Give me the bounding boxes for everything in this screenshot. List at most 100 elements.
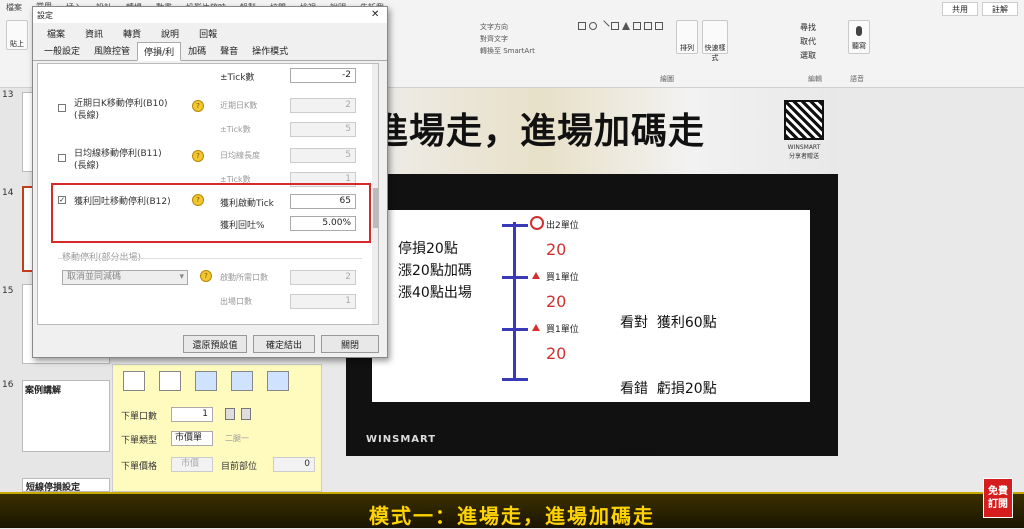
- rectangle-icon[interactable]: [578, 22, 586, 30]
- toolbar-icons: [123, 371, 289, 391]
- subscribe-badge[interactable]: 免費訂閱: [983, 478, 1013, 518]
- comment-button[interactable]: 註解: [982, 2, 1018, 16]
- order-panel: 下單口數 1 下單類型 市價單 二腿一 下單價格 市價 目前部位 0: [112, 364, 322, 492]
- replace-button[interactable]: 取代: [800, 36, 816, 47]
- price-axis-line: [513, 222, 516, 380]
- settings-dialog: 設定 ✕ 檔案 資訊 轉貨 說明 回報 一般設定 風險控管 停損/利 加碼 聲音…: [32, 6, 388, 358]
- b10-sub1-input[interactable]: 2: [290, 98, 356, 113]
- dialog-menubar: 檔案 資訊 轉貨 說明 回報: [33, 25, 387, 41]
- star-icon[interactable]: [633, 22, 641, 30]
- mark-label: 買1單位: [546, 273, 579, 283]
- b11-sub1-input[interactable]: 5: [290, 148, 356, 163]
- find-button[interactable]: 尋找: [800, 22, 816, 33]
- second-leg-checkbox[interactable]: 二腿一: [225, 433, 249, 444]
- quickstyle-button[interactable]: 快速樣式: [702, 20, 728, 62]
- text-direction-button[interactable]: 文字方向: [480, 22, 508, 32]
- dictate-button[interactable]: 聽寫: [848, 20, 870, 54]
- triangle-icon[interactable]: [622, 22, 630, 30]
- mark-label: 出2單位: [546, 221, 579, 231]
- drawing-group-label: 繪圖: [660, 75, 674, 83]
- b10-sub1-label: 近期日K數: [220, 101, 258, 110]
- order-type-select[interactable]: 市價單: [171, 431, 213, 446]
- tick-label: ±Tick數: [220, 73, 255, 83]
- calculator-icon[interactable]: [225, 408, 235, 420]
- confirm-button[interactable]: 確定結出: [253, 335, 315, 353]
- tab-general[interactable]: 一般設定: [37, 41, 87, 60]
- tab-add[interactable]: 加碼: [181, 41, 213, 60]
- help-coin-icon[interactable]: ?: [192, 100, 204, 112]
- menu-info[interactable]: 資訊: [85, 27, 103, 40]
- partial-sub2-input[interactable]: 1: [290, 294, 356, 309]
- partial-sub1-input[interactable]: 2: [290, 270, 356, 285]
- brand-name: WINSMART: [787, 144, 821, 151]
- caption-text: 模式一：進場走，進場加碼走: [369, 504, 655, 528]
- partial-sub2-label: 出場口數: [220, 297, 252, 306]
- menu-report[interactable]: 回報: [199, 27, 217, 40]
- callout-icon[interactable]: [655, 22, 663, 30]
- brace-icon[interactable]: [644, 22, 652, 30]
- slide-number: 14: [2, 188, 14, 198]
- qty-input[interactable]: 1: [171, 407, 213, 422]
- partial-exit-dropdown[interactable]: 取消並同減碼 ▾: [62, 270, 188, 285]
- help-coin-icon[interactable]: ?: [200, 270, 212, 282]
- b10-sub2-input[interactable]: 5: [290, 122, 356, 137]
- position-label: 目前部位: [221, 462, 258, 472]
- paste-button[interactable]: 貼上: [6, 20, 28, 50]
- slide-thumbnail[interactable]: 案例講解: [22, 380, 110, 452]
- rules-list: 停損20點 漲20點加碼 漲40點出場: [398, 238, 472, 304]
- tab-risk[interactable]: 風險控管: [87, 41, 137, 60]
- dropdown-value: 取消並同減碼: [67, 272, 122, 282]
- up-arrow-icon: [532, 272, 540, 279]
- b11-label: 日均線移動停利(B11) (長線): [74, 149, 162, 171]
- dialog-title: 設定: [33, 7, 387, 23]
- b11-sub1-label: 日均線長度: [220, 151, 260, 160]
- tab-sound[interactable]: 聲音: [213, 41, 245, 60]
- line-icon[interactable]: [598, 20, 610, 32]
- exit-circle-icon: [530, 216, 544, 230]
- arrow-icon[interactable]: [611, 22, 619, 30]
- slide-number: 16: [2, 380, 14, 390]
- qty-label: 下單口數: [121, 412, 158, 422]
- scrollbar-thumb[interactable]: [373, 188, 378, 228]
- b11-checkbox[interactable]: [58, 154, 66, 162]
- slide-canvas[interactable]: 進場走，進場加碼走 WINSMART 分享者贈送 停損20點 漲20點加碼 漲40…: [346, 88, 838, 456]
- bar-chart-icon[interactable]: [159, 371, 181, 391]
- slide-number: 13: [2, 90, 14, 100]
- restore-defaults-button[interactable]: 還原預設值: [183, 335, 247, 353]
- chart-icon[interactable]: [123, 371, 145, 391]
- slide-thumbnail[interactable]: 短線停損設定: [22, 478, 110, 493]
- order-type-label: 下單類型: [121, 436, 158, 446]
- share-button[interactable]: 共用: [942, 2, 978, 16]
- arrange-button[interactable]: 排列: [676, 20, 698, 54]
- help-coin-icon[interactable]: ?: [192, 150, 204, 162]
- tab-file[interactable]: 檔案: [6, 2, 22, 13]
- close-icon[interactable]: ✕: [371, 9, 379, 20]
- price-input[interactable]: 市價: [171, 457, 213, 472]
- user-icon[interactable]: [267, 371, 289, 391]
- menu-transfer[interactable]: 轉貨: [123, 27, 141, 40]
- menu-file[interactable]: 檔案: [47, 27, 65, 40]
- brand-label: WINSMART 分享者贈送: [776, 144, 832, 160]
- rule-item: 停損20點: [398, 241, 458, 257]
- tab-stoploss[interactable]: 停損/利: [137, 42, 182, 61]
- menu-help[interactable]: 說明: [161, 27, 179, 40]
- shapes-gallery[interactable]: [578, 20, 664, 56]
- align-text-button[interactable]: 對齊文字: [480, 34, 508, 44]
- slide-number: 15: [2, 286, 14, 296]
- b10-sub2-label: ±Tick數: [220, 125, 251, 134]
- close-button[interactable]: 關閉: [321, 335, 379, 353]
- tab-operation[interactable]: 操作模式: [245, 41, 295, 60]
- select-button[interactable]: 選取: [800, 50, 816, 61]
- smartart-button[interactable]: 轉換至 SmartArt: [480, 46, 535, 56]
- tick-input[interactable]: -2: [290, 68, 356, 83]
- dollar-icon[interactable]: [241, 408, 251, 420]
- b10-checkbox[interactable]: [58, 104, 66, 112]
- oval-icon[interactable]: [589, 22, 597, 30]
- money-bag-icon[interactable]: [231, 371, 253, 391]
- slide-title: 進場走，進場加碼走: [372, 111, 706, 152]
- microphone-icon: [856, 26, 862, 36]
- position-value: 0: [273, 457, 315, 472]
- chevron-down-icon: ▾: [179, 272, 184, 282]
- footer-logo: WINSMART: [366, 434, 437, 445]
- download-icon[interactable]: [195, 371, 217, 391]
